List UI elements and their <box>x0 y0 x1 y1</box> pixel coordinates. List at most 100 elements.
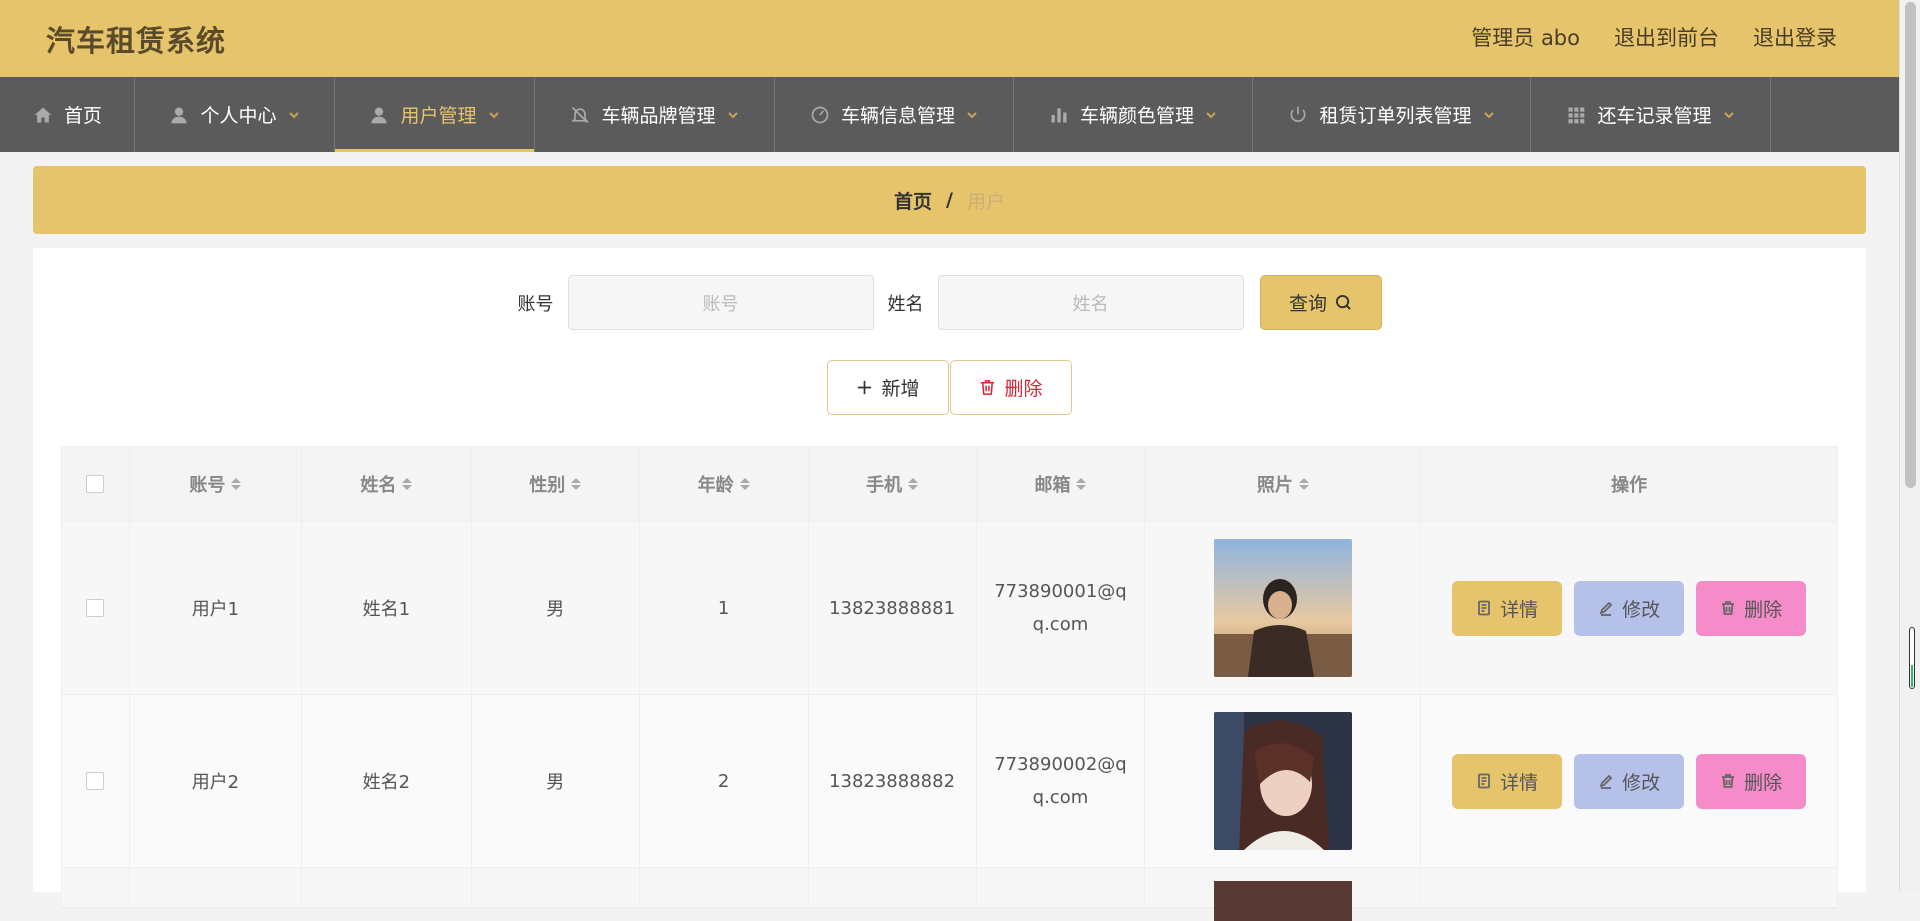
breadcrumb-separator: / <box>946 189 953 211</box>
breadcrumb-home[interactable]: 首页 <box>894 187 932 214</box>
sort-icon <box>1298 478 1309 490</box>
table-row: 用户2 姓名2 男 2 13823888882 773890002@qq.com <box>62 695 1837 868</box>
batch-delete-button[interactable]: 删除 <box>950 360 1072 415</box>
account-input[interactable]: 账号 <box>567 275 874 330</box>
nav-item-vehicle-info-management[interactable]: 车辆信息管理 <box>775 77 1014 152</box>
cell-photo <box>1145 522 1422 694</box>
edit-button[interactable]: 修改 <box>1574 753 1685 809</box>
select-all-checkbox[interactable] <box>86 475 105 493</box>
scrollbar-thumb[interactable] <box>1905 2 1916 488</box>
cell-account: 用户2 <box>130 695 302 867</box>
nav-item-label: 车辆品牌管理 <box>601 105 716 127</box>
home-icon <box>32 104 54 126</box>
column-header-label: 姓名 <box>360 475 397 496</box>
chevron-down-icon <box>1482 108 1496 122</box>
header-checkbox-cell <box>62 447 130 521</box>
column-header-gender[interactable]: 性别 <box>472 447 640 521</box>
cell-age: 2 <box>640 695 809 867</box>
trash-icon <box>1722 774 1735 788</box>
delete-button-label: 删除 <box>1744 598 1783 621</box>
nav-item-label: 还车记录管理 <box>1597 105 1712 127</box>
bar-chart-icon <box>1048 104 1070 126</box>
cell-name <box>302 868 472 907</box>
logout-link[interactable]: 退出登录 <box>1753 22 1837 52</box>
chevron-down-icon <box>1204 108 1218 122</box>
exit-to-frontend-link[interactable]: 退出到前台 <box>1614 22 1719 52</box>
cell-account: 用户1 <box>130 522 302 694</box>
nav-item-user-management[interactable]: 用户管理 <box>335 77 535 152</box>
user-icon <box>368 104 390 126</box>
plus-icon <box>858 380 872 395</box>
user-photo[interactable] <box>1213 880 1352 921</box>
user-photo[interactable] <box>1213 539 1352 677</box>
column-header-label: 账号 <box>189 475 226 496</box>
query-button-label: 查询 <box>1288 293 1327 315</box>
row-checkbox[interactable] <box>86 599 105 617</box>
document-icon <box>1478 600 1491 616</box>
row-checkbox[interactable] <box>86 772 105 790</box>
column-header-phone[interactable]: 手机 <box>809 447 977 521</box>
edit-button-label: 修改 <box>1622 598 1661 621</box>
chevron-down-icon <box>965 108 979 122</box>
cell-name: 姓名2 <box>302 695 472 867</box>
column-header-label: 手机 <box>866 475 903 496</box>
nav-item-brand-management[interactable]: 车辆品牌管理 <box>535 77 775 152</box>
chevron-down-icon <box>726 108 740 122</box>
column-header-photo[interactable]: 照片 <box>1145 447 1422 521</box>
nav-item-personal-center[interactable]: 个人中心 <box>135 77 335 152</box>
detail-button[interactable]: 详情 <box>1452 753 1563 809</box>
page-scrollbar[interactable] <box>1899 0 1920 892</box>
column-header-label: 性别 <box>529 475 566 496</box>
cell-photo <box>1145 695 1422 867</box>
nav-item-label: 首页 <box>63 105 102 127</box>
delete-button-label: 删除 <box>1744 771 1783 794</box>
add-button-label: 新增 <box>881 378 920 400</box>
gauge-icon <box>809 104 831 126</box>
query-button[interactable]: 查询 <box>1259 275 1382 330</box>
delete-button[interactable]: 删除 <box>1696 753 1807 809</box>
name-input[interactable]: 姓名 <box>937 275 1244 330</box>
nav-item-color-management[interactable]: 车辆颜色管理 <box>1014 77 1253 152</box>
chevron-down-icon <box>287 108 301 122</box>
cell-email: 773890001@qq.com <box>977 522 1146 694</box>
column-header-label: 照片 <box>1256 475 1293 496</box>
column-header-email[interactable]: 邮箱 <box>977 447 1146 521</box>
sort-icon <box>908 478 919 490</box>
table-row: 用户1 姓名1 男 1 13823888881 773890001@qq.com <box>62 522 1837 695</box>
sort-icon <box>402 478 413 490</box>
delete-button[interactable]: 删除 <box>1696 580 1807 636</box>
sort-icon <box>739 478 750 490</box>
nav-item-rental-order-management[interactable]: 租赁订单列表管理 <box>1253 77 1531 152</box>
detail-button[interactable]: 详情 <box>1452 580 1563 636</box>
user-photo[interactable] <box>1213 712 1352 850</box>
cell-gender: 男 <box>472 522 640 694</box>
sort-icon <box>231 478 242 490</box>
row-checkbox-cell <box>62 695 130 867</box>
edit-button[interactable]: 修改 <box>1574 580 1685 636</box>
row-checkbox-cell <box>62 868 130 907</box>
action-bar: 新增 删除 <box>33 360 1866 415</box>
cell-phone: 13823888882 <box>809 695 977 867</box>
email-text: 773890001@qq.com <box>994 581 1127 635</box>
pencil-icon <box>1599 601 1613 616</box>
cell-email: 773890002@qq.com <box>977 695 1146 867</box>
nav-item-return-record-management[interactable]: 还车记录管理 <box>1531 77 1771 152</box>
power-icon <box>1287 104 1309 126</box>
column-header-actions: 操作 <box>1421 447 1837 521</box>
content-panel: 账号 账号 姓名 姓名 查询 新增 删除 账号 姓名 性别 年龄 手机 邮箱 照… <box>33 248 1866 921</box>
cell-actions: 详情 修改 删除 <box>1421 522 1837 694</box>
column-header-age[interactable]: 年龄 <box>640 447 809 521</box>
table-row <box>62 868 1837 921</box>
trash-icon <box>981 380 995 395</box>
admin-user-link[interactable]: 管理员 abo <box>1471 22 1580 52</box>
column-header-name[interactable]: 姓名 <box>302 447 472 521</box>
cell-name: 姓名1 <box>302 522 472 694</box>
search-icon <box>1335 294 1351 310</box>
nav-item-home[interactable]: 首页 <box>0 77 135 152</box>
edit-button-label: 修改 <box>1622 771 1661 794</box>
cell-actions <box>1421 868 1837 907</box>
add-button[interactable]: 新增 <box>827 360 949 415</box>
cell-email <box>977 868 1146 907</box>
column-header-account[interactable]: 账号 <box>130 447 302 521</box>
breadcrumb: 首页 / 用户 <box>33 166 1866 234</box>
